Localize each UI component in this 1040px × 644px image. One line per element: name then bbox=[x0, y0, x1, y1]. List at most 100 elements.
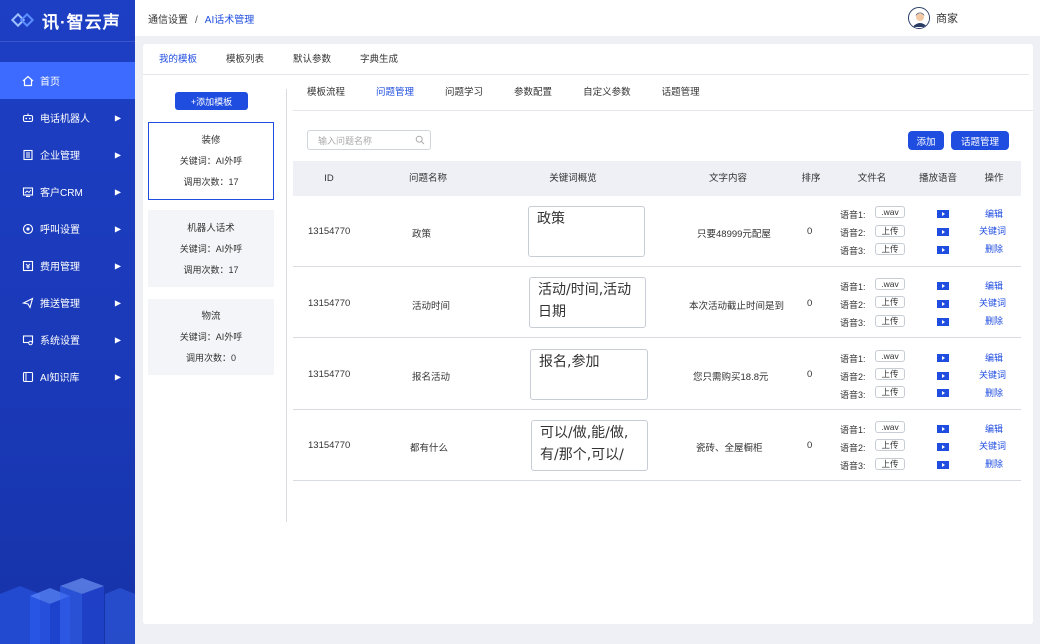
chevron-right-icon: ▶ bbox=[114, 298, 121, 307]
subtab-question-learning[interactable]: 问题学习 bbox=[445, 84, 483, 98]
subtab-custom-params[interactable]: 自定义参数 bbox=[583, 84, 631, 98]
row-id: 13154770 bbox=[308, 226, 351, 237]
keywords-link[interactable]: 关键词 bbox=[979, 439, 1006, 452]
keywords-box[interactable]: 活动/时间,活动日期 bbox=[529, 277, 646, 328]
play-icon[interactable] bbox=[937, 282, 949, 290]
keywords-box[interactable]: 可以/做,能/做,有/那个,可以/ bbox=[531, 420, 648, 471]
keywords-link[interactable]: 关键词 bbox=[979, 224, 1006, 237]
divider bbox=[286, 89, 287, 522]
play-icon[interactable] bbox=[937, 372, 949, 380]
robot-icon bbox=[22, 112, 34, 124]
keywords-link[interactable]: 关键词 bbox=[979, 368, 1006, 381]
column-header: 文字内容 bbox=[708, 173, 747, 184]
column-header: 文件名 bbox=[857, 173, 887, 184]
add-button[interactable]: 添加 bbox=[908, 131, 944, 150]
sub-tabs: 模板流程 问题管理 问题学习 参数配置 自定义参数 话题管理 bbox=[293, 84, 1033, 111]
sidebar-item-knowledge-base[interactable]: AI知识库 ▶ bbox=[0, 358, 135, 395]
voice-label: 语音1: bbox=[840, 425, 866, 435]
play-icon[interactable] bbox=[937, 443, 949, 451]
chevron-right-icon: ▶ bbox=[114, 187, 121, 196]
keywords-link[interactable]: 关键词 bbox=[979, 296, 1006, 309]
play-icon[interactable] bbox=[937, 246, 949, 254]
logo[interactable]: 讯·智云声 bbox=[0, 0, 135, 42]
subtab-topic-management[interactable]: 话题管理 bbox=[662, 84, 700, 98]
voice-label: 语音3: bbox=[840, 318, 866, 328]
upload-button[interactable]: 上传 bbox=[875, 458, 905, 470]
sidebar-item-call-settings[interactable]: 呼叫设置 ▶ bbox=[0, 210, 135, 247]
voice-file-wav[interactable]: .wav bbox=[875, 278, 905, 290]
question-search-input[interactable]: 输入问题名称 bbox=[307, 130, 431, 150]
play-icon[interactable] bbox=[937, 210, 949, 218]
voice-file-wav[interactable]: .wav bbox=[875, 350, 905, 362]
subtab-question-management[interactable]: 问题管理 bbox=[376, 84, 414, 98]
play-icon[interactable] bbox=[937, 389, 949, 397]
subtab-template-flow[interactable]: 模板流程 bbox=[307, 84, 345, 98]
upload-button[interactable]: 上传 bbox=[875, 386, 905, 398]
column-header: ID bbox=[324, 173, 334, 184]
edit-link[interactable]: 编辑 bbox=[985, 279, 1003, 292]
main-tabs: 我的模板 模板列表 默认参数 字典生成 bbox=[143, 44, 1029, 75]
tab-dictionary[interactable]: 字典生成 bbox=[360, 44, 398, 75]
upload-button[interactable]: 上传 bbox=[875, 315, 905, 327]
sidebar-item-enterprise[interactable]: 企业管理 ▶ bbox=[0, 136, 135, 173]
sidebar-item-label: 首页 bbox=[40, 77, 60, 88]
avatar bbox=[908, 7, 930, 29]
upload-button[interactable]: 上传 bbox=[875, 243, 905, 255]
sidebar-item-phone-robot[interactable]: 电话机器人 ▶ bbox=[0, 99, 135, 136]
edit-link[interactable]: 编辑 bbox=[985, 207, 1003, 220]
sidebar-item-label: 系统设置 bbox=[40, 336, 80, 347]
sidebar-item-billing[interactable]: 费用管理 ▶ bbox=[0, 247, 135, 284]
play-icon[interactable] bbox=[937, 354, 949, 362]
template-usage: 调用次数：17 bbox=[183, 177, 239, 187]
system-settings-icon bbox=[22, 334, 34, 346]
billing-icon bbox=[22, 260, 34, 272]
column-header: 问题名称 bbox=[408, 173, 447, 184]
sidebar-item-label: 费用管理 bbox=[40, 262, 80, 273]
template-title: 装修 bbox=[201, 135, 221, 146]
sidebar-item-home[interactable]: 首页 bbox=[0, 62, 135, 99]
tab-default-params[interactable]: 默认参数 bbox=[293, 44, 331, 75]
user-menu[interactable]: 商家 bbox=[908, 7, 958, 29]
template-usage: 调用次数：0 bbox=[185, 353, 236, 363]
template-card[interactable]: 物流 关键词：AI外呼 调用次数：0 bbox=[148, 299, 274, 375]
column-header: 排序 bbox=[801, 173, 821, 184]
home-icon bbox=[22, 75, 34, 87]
edit-link[interactable]: 编辑 bbox=[985, 351, 1003, 364]
row-order: 0 bbox=[807, 440, 813, 451]
delete-link[interactable]: 删除 bbox=[985, 457, 1003, 470]
template-title: 物流 bbox=[201, 311, 221, 322]
upload-button[interactable]: 上传 bbox=[875, 225, 905, 237]
keywords-box[interactable]: 政策 bbox=[528, 206, 645, 257]
delete-link[interactable]: 删除 bbox=[985, 386, 1003, 399]
topic-management-button[interactable]: 话题管理 bbox=[951, 131, 1009, 150]
sidebar-item-crm[interactable]: 客户CRM ▶ bbox=[0, 173, 135, 210]
search-icon bbox=[415, 135, 425, 145]
sidebar-item-system-settings[interactable]: 系统设置 ▶ bbox=[0, 321, 135, 358]
breadcrumb-parent[interactable]: 通信设置 bbox=[148, 15, 188, 26]
edit-link[interactable]: 编辑 bbox=[985, 422, 1003, 435]
template-card[interactable]: 机器人话术 关键词：AI外呼 调用次数：17 bbox=[148, 210, 274, 287]
voice-file-wav[interactable]: .wav bbox=[875, 206, 905, 218]
subtab-param-config[interactable]: 参数配置 bbox=[514, 84, 552, 98]
voice-file-wav[interactable]: .wav bbox=[875, 421, 905, 433]
row-text-content: 只要48999元配屋 bbox=[697, 229, 771, 240]
row-text-content: 本次活动截止时间是到 bbox=[689, 301, 785, 312]
play-icon[interactable] bbox=[937, 300, 949, 308]
upload-button[interactable]: 上传 bbox=[875, 439, 905, 451]
upload-button[interactable]: 上传 bbox=[875, 296, 905, 308]
play-icon[interactable] bbox=[937, 425, 949, 433]
play-icon[interactable] bbox=[937, 318, 949, 326]
play-icon[interactable] bbox=[937, 228, 949, 236]
upload-button[interactable]: 上传 bbox=[875, 368, 905, 380]
sidebar-item-push[interactable]: 推送管理 ▶ bbox=[0, 284, 135, 321]
add-template-button[interactable]: +添加模板 bbox=[175, 92, 248, 110]
delete-link[interactable]: 删除 bbox=[985, 242, 1003, 255]
sidebar-item-label: 企业管理 bbox=[40, 151, 80, 162]
template-card[interactable]: 装修 关键词：AI外呼 调用次数：17 bbox=[148, 122, 274, 200]
row-id: 13154770 bbox=[308, 369, 351, 380]
play-icon[interactable] bbox=[937, 461, 949, 469]
tab-my-templates[interactable]: 我的模板 bbox=[159, 44, 197, 75]
keywords-box[interactable]: 报名,参加 bbox=[530, 349, 648, 400]
delete-link[interactable]: 删除 bbox=[985, 314, 1003, 327]
tab-template-list[interactable]: 模板列表 bbox=[226, 44, 264, 75]
